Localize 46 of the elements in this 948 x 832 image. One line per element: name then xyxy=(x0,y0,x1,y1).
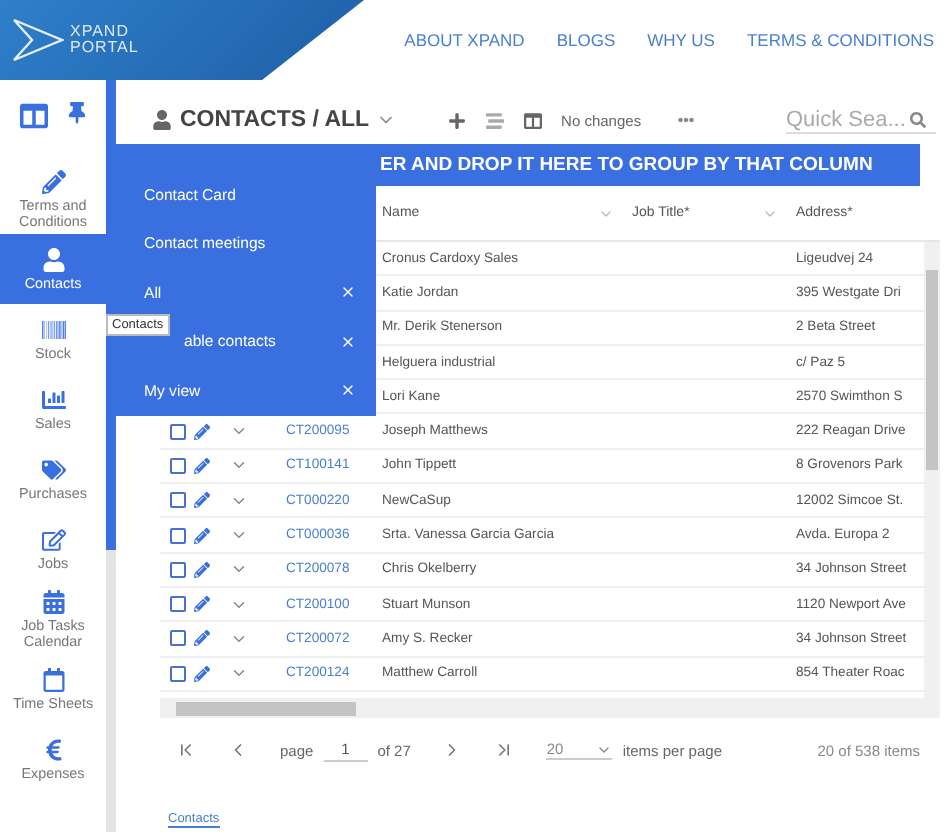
calendar-icon xyxy=(41,667,65,691)
pencil-icon[interactable] xyxy=(194,630,210,647)
user-icon xyxy=(41,247,65,271)
row-checkbox[interactable] xyxy=(170,492,186,509)
pencil-icon xyxy=(41,169,65,193)
tag-icon xyxy=(41,457,65,481)
pin-icon[interactable] xyxy=(65,102,87,124)
pencil-icon[interactable] xyxy=(194,527,210,544)
scrollbar-thumb[interactable] xyxy=(926,270,938,470)
row-checkbox[interactable] xyxy=(170,630,186,647)
logo-text: XPAND PORTAL xyxy=(70,24,139,56)
nav-link[interactable]: WHY US xyxy=(647,30,715,50)
scrollbar-thumb[interactable] xyxy=(176,701,356,715)
edit-icon xyxy=(41,527,65,551)
columns-icon[interactable] xyxy=(523,111,542,130)
row-checkbox[interactable] xyxy=(170,596,186,613)
add-icon[interactable] xyxy=(447,111,466,130)
logo-icon xyxy=(12,18,64,62)
pencil-icon[interactable] xyxy=(194,492,210,509)
pencil-icon[interactable] xyxy=(194,665,210,682)
page-title[interactable]: CONTACTS / ALL xyxy=(180,108,370,133)
row-checkbox[interactable] xyxy=(170,457,186,474)
nav-link[interactable]: TERMS & CONDITIONS xyxy=(746,30,934,50)
bar-chart-icon xyxy=(41,387,65,411)
first-page-button[interactable] xyxy=(176,740,196,760)
nav-link[interactable]: ABOUT XPAND xyxy=(404,30,525,50)
last-page-button[interactable] xyxy=(494,740,515,760)
row-checkbox[interactable] xyxy=(170,527,186,544)
user-icon xyxy=(152,110,172,131)
search-icon[interactable] xyxy=(910,111,926,128)
close-icon[interactable] xyxy=(340,382,356,399)
search-field[interactable]: Quick Sea... xyxy=(786,107,936,134)
calendar-icon xyxy=(41,589,65,613)
pencil-icon[interactable] xyxy=(194,457,210,474)
scrollbar-thumb[interactable] xyxy=(106,80,116,550)
row-checkbox[interactable] xyxy=(170,423,186,440)
pencil-icon[interactable] xyxy=(194,596,210,613)
row-checkbox[interactable] xyxy=(170,561,186,578)
nav-link[interactable]: BLOGS xyxy=(556,30,616,50)
euro-icon xyxy=(41,737,65,761)
row-checkbox[interactable] xyxy=(170,665,186,682)
pencil-icon[interactable] xyxy=(194,423,210,440)
close-icon[interactable] xyxy=(340,284,356,301)
pencil-icon[interactable] xyxy=(194,561,210,578)
barcode-icon xyxy=(41,317,65,341)
close-icon[interactable] xyxy=(340,333,356,350)
